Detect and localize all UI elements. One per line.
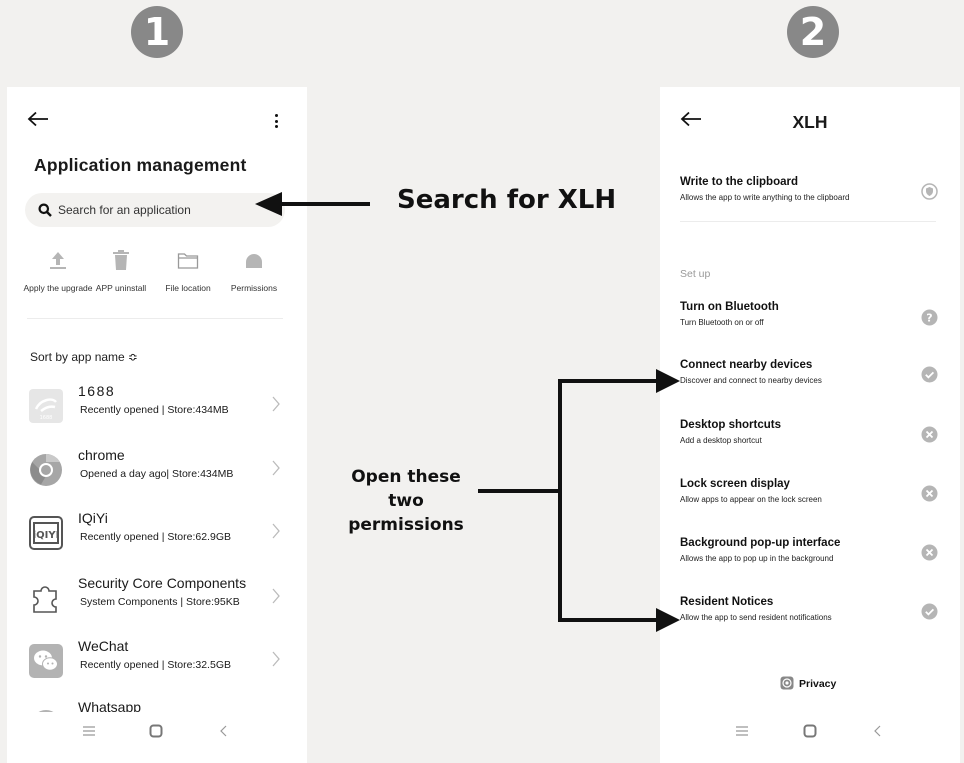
app-row-security-core[interactable]: Security Core Components System Componen… [7, 575, 307, 631]
apply-upgrade-button[interactable]: Apply the upgrade [23, 249, 93, 293]
chevron-right-icon [272, 460, 280, 476]
search-input[interactable]: Search for an application [25, 193, 285, 227]
svg-text:?: ? [926, 312, 932, 325]
quick-action-label: Permissions [230, 283, 278, 293]
permission-background-popup[interactable]: Background pop-up interface Allows the a… [680, 537, 942, 563]
wechat-app-icon [29, 644, 63, 678]
divider [680, 221, 936, 222]
system-nav-bar [660, 712, 960, 756]
menu-icon[interactable] [735, 724, 749, 738]
privacy-label: Privacy [799, 678, 837, 690]
question-icon[interactable]: ? [921, 309, 938, 326]
folder-icon [177, 253, 199, 269]
permission-title: Connect nearby devices [680, 359, 813, 371]
check-icon[interactable] [921, 603, 938, 620]
app-row-1688[interactable]: 1688 1688 Recently opened | Store:434MB [7, 383, 307, 439]
app-name: 1688 [78, 383, 116, 399]
sort-selector[interactable]: Sort by app name ≎ [30, 350, 138, 364]
back-arrow-icon[interactable] [27, 111, 49, 127]
permission-title: Turn on Bluetooth [680, 301, 779, 313]
denied-icon[interactable] [921, 485, 938, 502]
app-name: chrome [78, 447, 125, 463]
1688-app-icon: 1688 [29, 389, 63, 423]
chrome-app-icon [30, 453, 62, 486]
section-label: Set up [680, 268, 711, 280]
app-row-chrome[interactable]: chrome Opened a day ago| Store:434MB [7, 447, 307, 503]
permissions-button[interactable]: Permissions [219, 249, 289, 293]
search-hint-annotation: Search for XLH [397, 185, 617, 215]
app-meta: Recently opened | Store:32.5GB [80, 659, 231, 671]
more-options-icon[interactable] [273, 114, 279, 130]
quick-action-label: Apply the upgrade [23, 283, 93, 293]
page-title: Application management [34, 155, 247, 175]
iqiyi-app-icon: iQIYI [29, 516, 63, 550]
svg-text:1688: 1688 [40, 415, 53, 421]
permission-bluetooth[interactable]: Turn on Bluetooth Turn Bluetooth on or o… [680, 301, 942, 327]
shield-icon [921, 183, 938, 200]
permission-desc: Allows the app to pop up in the backgrou… [680, 554, 834, 563]
divider [27, 318, 283, 319]
permission-desc: Turn Bluetooth on or off [680, 318, 764, 327]
step-1-badge: 1 [131, 6, 183, 58]
permission-desc: Allow the app to send resident notificat… [680, 613, 832, 622]
permission-nearby-devices[interactable]: Connect nearby devices Discover and conn… [680, 359, 942, 385]
app-management-screen: Application management Search for an app… [7, 87, 307, 763]
file-location-button[interactable]: File location [153, 249, 223, 293]
denied-icon[interactable] [921, 544, 938, 561]
home-icon[interactable] [803, 724, 817, 738]
permission-lock-screen[interactable]: Lock screen display Allow apps to appear… [680, 478, 942, 504]
app-meta: System Components | Store:95KB [80, 596, 240, 608]
open-permissions-annotation: Open these two permissions [335, 465, 477, 537]
search-icon [38, 203, 52, 217]
svg-text:iQIYI: iQIYI [33, 530, 60, 541]
permission-arrows [478, 369, 680, 632]
permission-title: Lock screen display [680, 478, 790, 490]
denied-icon[interactable] [921, 426, 938, 443]
permission-title: Background pop-up interface [680, 537, 841, 549]
page-title: XLH [792, 112, 828, 132]
chevron-right-icon [272, 588, 280, 604]
trash-icon [113, 250, 129, 270]
annotation-line: permissions [348, 515, 464, 535]
cloud-icon [246, 254, 262, 268]
permission-desktop-shortcuts[interactable]: Desktop shortcuts Add a desktop shortcut [680, 419, 942, 445]
system-nav-bar [7, 712, 307, 756]
permission-title: Desktop shortcuts [680, 419, 781, 431]
annotation-line: Open these two [351, 467, 461, 511]
chevron-right-icon [272, 396, 280, 412]
permission-desc: Allow apps to appear on the lock screen [680, 495, 822, 504]
app-name: IQiYi [78, 510, 108, 526]
home-icon[interactable] [149, 724, 163, 738]
permission-title: Write to the clipboard [680, 176, 798, 188]
permission-resident-notices[interactable]: Resident Notices Allow the app to send r… [680, 596, 942, 622]
back-icon[interactable] [873, 724, 883, 738]
step-2-badge: 2 [787, 6, 839, 58]
app-row-iqiyi[interactable]: iQIYI IQiYi Recently opened | Store:62.9… [7, 510, 307, 566]
permission-desc: Discover and connect to nearby devices [680, 376, 822, 385]
app-row-wechat[interactable]: WeChat Recently opened | Store:32.5GB [7, 638, 307, 694]
puzzle-app-icon [33, 586, 57, 613]
permission-title: Resident Notices [680, 596, 774, 608]
menu-icon[interactable] [82, 724, 96, 738]
permission-desc: Add a desktop shortcut [680, 436, 762, 445]
permission-desc: Allows the app to write anything to the … [680, 193, 850, 202]
app-uninstall-button[interactable]: APP uninstall [86, 249, 156, 293]
app-name: Security Core Components [78, 575, 247, 591]
quick-action-label: File location [165, 283, 211, 293]
app-permissions-screen: XLH Write to the clipboard Allows the ap… [660, 87, 960, 763]
privacy-link[interactable]: Privacy [780, 676, 836, 690]
app-name: WeChat [78, 638, 129, 654]
privacy-icon [780, 676, 794, 690]
chevron-right-icon [272, 651, 280, 667]
upload-icon [50, 252, 66, 269]
chevron-right-icon [272, 523, 280, 539]
app-meta: Opened a day ago| Store:434MB [80, 468, 234, 480]
quick-action-label: APP uninstall [95, 283, 147, 293]
app-meta: Recently opened | Store:434MB [80, 404, 229, 416]
search-placeholder: Search for an application [58, 203, 191, 217]
check-icon[interactable] [921, 366, 938, 383]
app-meta: Recently opened | Store:62.9GB [80, 531, 231, 543]
permission-clipboard[interactable]: Write to the clipboard Allows the app to… [680, 176, 942, 202]
back-icon[interactable] [219, 724, 229, 738]
